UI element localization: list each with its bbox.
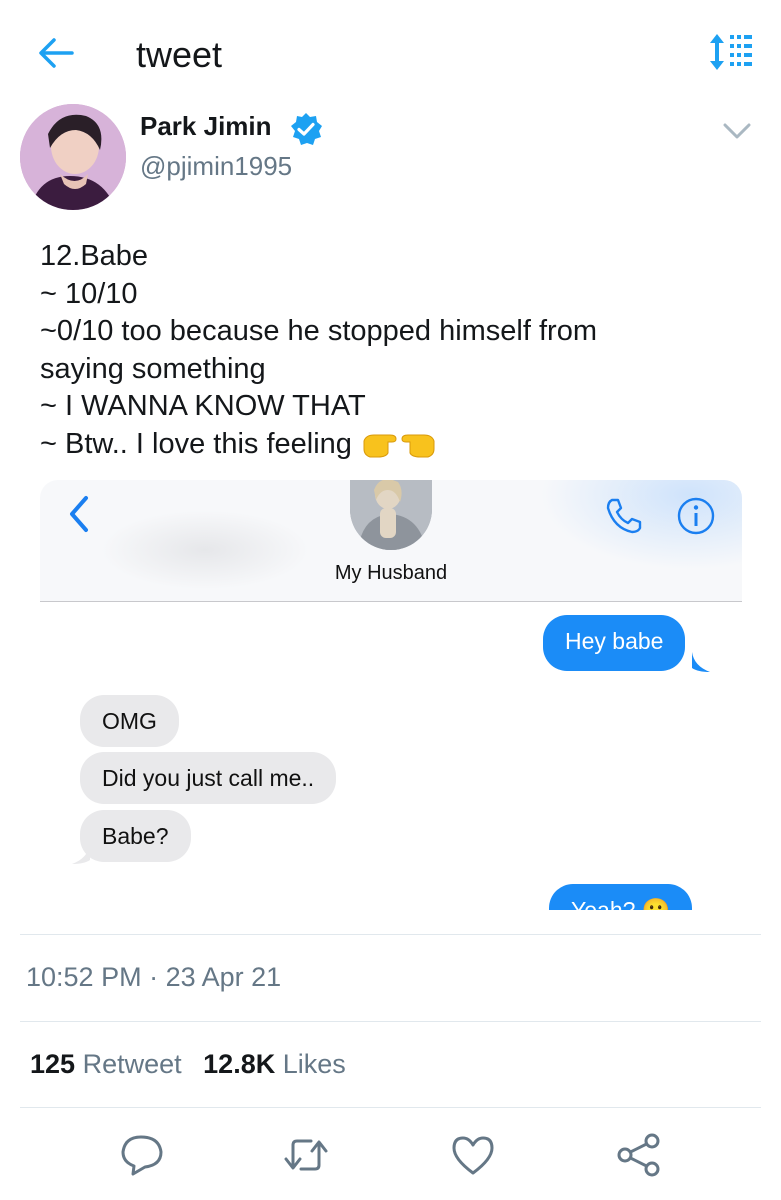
back-arrow-icon[interactable] <box>34 30 80 76</box>
message-bubble-incoming: Babe? <box>80 810 191 862</box>
tweet-line: saying something <box>40 352 266 385</box>
tweet-media-image[interactable]: My Husband Hey babe OMG Did you just cal… <box>40 480 742 910</box>
bubble-tail <box>692 652 710 672</box>
message-text: Yeah? 🙂 <box>571 897 671 910</box>
likes-count[interactable]: 12.8K <box>203 1049 275 1079</box>
divider <box>20 934 761 935</box>
phone-icon <box>606 498 642 534</box>
tweet-date: 23 Apr 21 <box>165 962 282 992</box>
retweet-label[interactable]: Retweet <box>83 1049 182 1079</box>
likes-label[interactable]: Likes <box>283 1049 346 1079</box>
tweet-line: ~0/10 too because he stopped himself fro… <box>40 315 597 347</box>
tweet-line: ~ 10/10 <box>40 277 138 310</box>
timestamp-separator: · <box>149 962 159 992</box>
tweet-time: 10:52 PM <box>26 962 142 992</box>
sort-icon[interactable] <box>708 32 754 72</box>
author-avatar[interactable] <box>20 104 126 210</box>
retweet-count[interactable]: 125 <box>30 1049 75 1079</box>
tweet-text: 12.Babe ~ 10/10 ~0/10 too because he sto… <box>40 238 740 463</box>
contact-name: My Husband <box>334 562 448 584</box>
tweet-timestamp: 10:52 PM · 23 Apr 21 <box>26 962 281 993</box>
tweet-line: ~ I WANNA KNOW THAT <box>40 390 366 422</box>
share-icon[interactable] <box>616 1133 662 1177</box>
divider <box>20 1107 761 1108</box>
top-bar: tweet <box>0 0 781 104</box>
retweet-icon[interactable] <box>283 1133 329 1177</box>
message-bubble-outgoing-partial: Yeah? 🙂 <box>549 884 693 910</box>
chevron-down-icon[interactable] <box>720 114 754 148</box>
tweet-stats: 125 Retweet 12.8K Likes <box>30 1049 346 1080</box>
author-name[interactable]: Park Jimin <box>140 111 272 142</box>
header-blur <box>100 510 310 590</box>
tweet-line-last: ~ Btw.. I love this feeling <box>40 426 740 464</box>
tweet-line: 12.Babe <box>40 240 149 272</box>
info-icon <box>677 497 715 535</box>
tweet-line: ~ Btw.. I love this feeling <box>40 427 352 460</box>
page-title: tweet <box>136 34 223 75</box>
heart-icon[interactable] <box>450 1133 496 1177</box>
divider <box>20 1021 761 1022</box>
message-bubble-incoming: Did you just call me.. <box>80 752 337 804</box>
pointing-hands-emoji-icon <box>363 434 435 457</box>
verified-badge-icon <box>291 113 322 145</box>
chevron-left-icon <box>70 496 88 532</box>
message-bubble-incoming: OMG <box>80 695 179 747</box>
author-handle[interactable]: @pjimin1995 <box>140 151 292 182</box>
reply-icon[interactable] <box>119 1133 165 1177</box>
bubble-tail <box>72 844 90 864</box>
chat-divider <box>40 601 742 602</box>
message-bubble-outgoing: Hey babe <box>543 615 686 671</box>
